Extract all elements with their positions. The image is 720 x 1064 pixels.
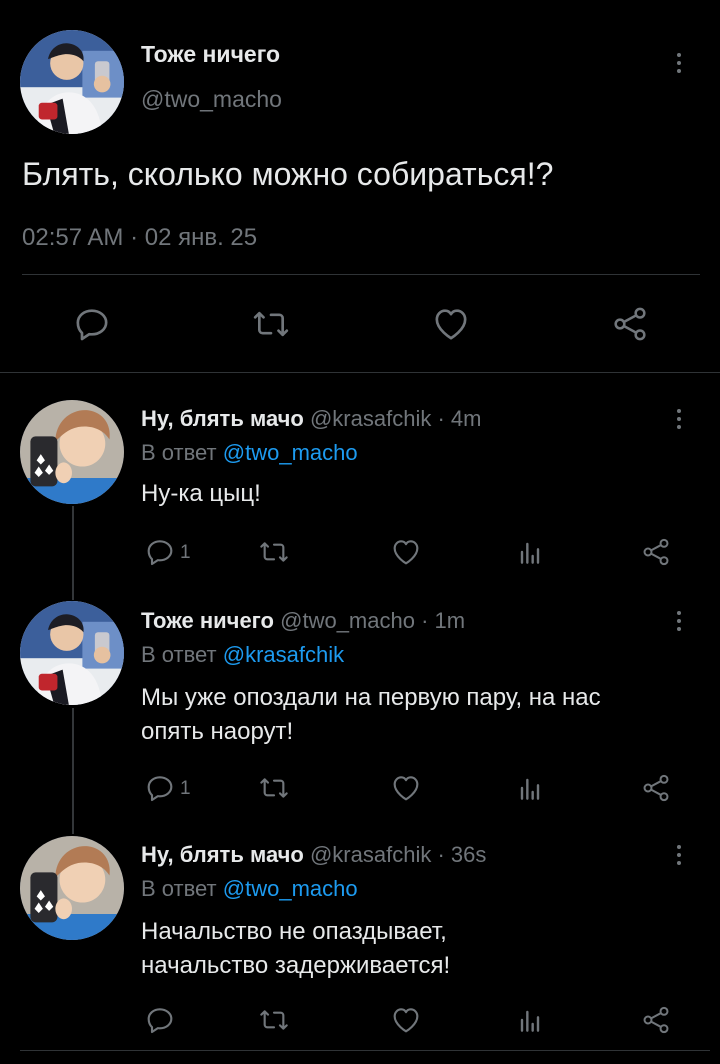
reply-prefix: В ответ [141,440,217,465]
reply-to-handle[interactable]: @two_macho [223,876,358,901]
reply-author-name[interactable]: Ну, блять мачо [141,406,304,431]
reply-author-handle[interactable]: @krasafchik [310,842,431,867]
thread-line [72,506,74,600]
reply-text-line-2: начальство задерживается! [141,952,451,979]
like-icon[interactable] [390,1004,422,1036]
reply-author-name[interactable]: Ну, блять мачо [141,842,304,867]
retweet-icon[interactable] [258,772,290,804]
more-options-icon[interactable] [672,606,686,636]
more-options-icon[interactable] [672,404,686,434]
reply-time: · 4m [437,406,482,431]
avatar-image [20,601,124,705]
main-tweet-timestamp[interactable]: 02:57 AM · 02 янв. 25 [22,224,257,252]
reply-to-handle[interactable]: @krasafchik [223,642,344,667]
views-icon[interactable] [514,536,546,568]
like-icon[interactable] [390,772,422,804]
views-icon[interactable] [514,1004,546,1036]
reply-prefix: В ответ [141,642,217,667]
reply-prefix: В ответ [141,876,217,901]
reply-header: Тоже ничего @two_macho · 1m [141,608,465,634]
main-author-name[interactable]: Тоже ничего [141,41,280,68]
reply-author-handle[interactable]: @krasafchik [310,406,431,431]
like-icon[interactable] [431,304,471,344]
reply-author-name[interactable]: Тоже ничего [141,608,274,633]
reply-time: · 1m [421,608,466,633]
avatar-image [20,836,124,940]
reply-avatar[interactable] [20,601,124,705]
reply-text: Ну-ка цыц! [141,480,261,507]
bottom-divider [20,1050,710,1051]
like-icon[interactable] [390,536,422,568]
reply-icon[interactable] [144,772,176,804]
main-tweet-text: Блять, сколько можно собираться!? [22,156,554,192]
divider [22,274,700,275]
share-icon[interactable] [640,772,672,804]
share-icon[interactable] [640,1004,672,1036]
reply-time: · 36s [437,842,487,867]
reply-to-line: В ответ @two_macho [141,440,358,466]
reply-avatar[interactable] [20,836,124,940]
reply-author-handle[interactable]: @two_macho [280,608,415,633]
thread-line [72,708,74,834]
reply-icon[interactable] [144,536,176,568]
reply-header: Ну, блять мачо @krasafchik · 36s [141,842,486,868]
reply-to-line: В ответ @krasafchik [141,642,344,668]
section-divider [0,372,720,373]
reply-avatar[interactable] [20,400,124,504]
author-avatar[interactable] [20,30,124,134]
reply-to-handle[interactable]: @two_macho [223,440,358,465]
retweet-icon[interactable] [258,1004,290,1036]
reply-to-line: В ответ @two_macho [141,876,358,902]
retweet-icon[interactable] [251,304,291,344]
reply-count: 1 [180,542,191,563]
share-icon[interactable] [640,536,672,568]
reply-text-line-2: опять наорут! [141,718,294,745]
retweet-icon[interactable] [258,536,290,568]
reply-count: 1 [180,778,191,799]
main-author-handle[interactable]: @two_macho [141,86,282,113]
more-options-icon[interactable] [672,840,686,870]
reply-icon[interactable] [144,1004,176,1036]
views-icon[interactable] [514,772,546,804]
share-icon[interactable] [610,304,650,344]
reply-header: Ну, блять мачо @krasafchik · 4m [141,406,481,432]
reply-text-line-1: Мы уже опоздали на первую пару, на нас [141,684,601,711]
reply-text-line-1: Начальство не опаздывает, [141,918,447,945]
more-options-icon[interactable] [672,48,686,78]
reply-icon[interactable] [72,304,112,344]
avatar-image [20,30,124,134]
avatar-image [20,400,124,504]
